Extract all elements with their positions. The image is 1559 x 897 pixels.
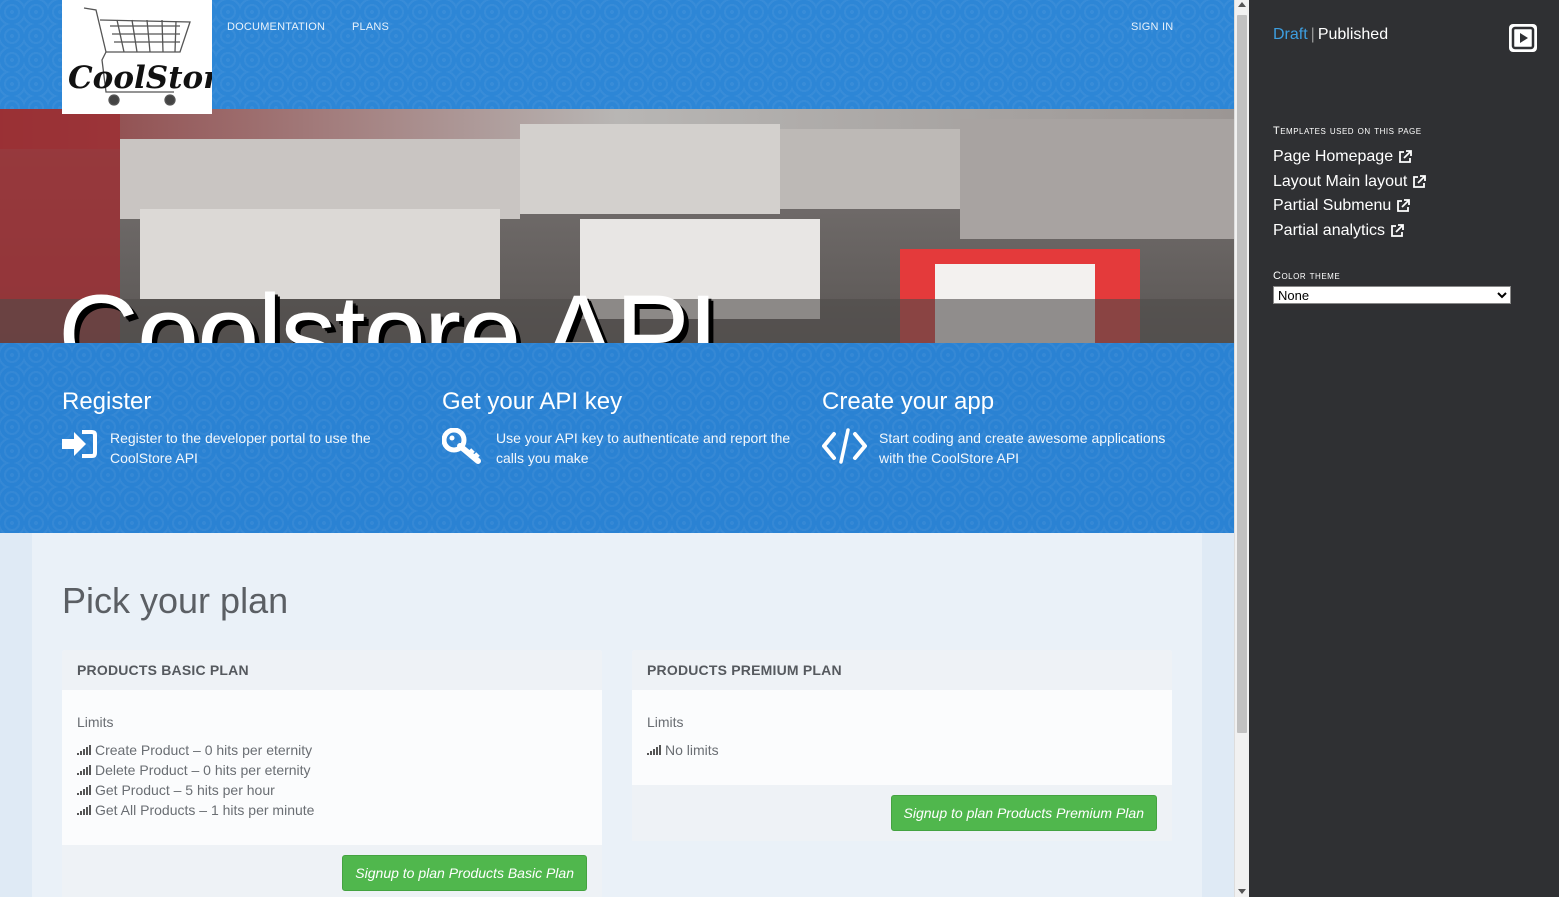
getting-started-steps: Register Register to the developer porta… [0, 343, 1234, 533]
color-theme-label: Color theme [1273, 270, 1341, 282]
template-name: Page Homepage [1273, 148, 1394, 165]
signup-premium-plan-button[interactable]: Signup to plan Products Premium Plan [890, 795, 1157, 831]
scroll-up-arrow-icon[interactable] [1238, 2, 1246, 7]
plans-title: Pick your plan [62, 580, 289, 621]
signup-basic-plan-button[interactable]: Signup to plan Products Basic Plan [342, 855, 587, 891]
nav-plans-link[interactable]: PLANS [352, 21, 389, 33]
plan-footer: Signup to plan Products Premium Plan [632, 785, 1172, 841]
plan-body: Limits No limits [632, 690, 1172, 785]
plan-card-premium: PRODUCTS PREMIUM PLAN Limits No limits S… [632, 650, 1172, 841]
step-description: Use your API key to authenticate and rep… [496, 430, 791, 466]
signal-icon [77, 805, 91, 815]
plan-body: Limits Create Product – 0 hits per etern… [62, 690, 602, 845]
template-link-page-homepage[interactable]: Page Homepage [1273, 145, 1426, 170]
limit-text: Get Product – 5 hits per hour [95, 782, 275, 798]
limit-item: No limits [647, 740, 1157, 760]
step-register: Register Register to the developer porta… [62, 388, 392, 468]
step-create-app: Create your app Start coding and create … [822, 388, 1182, 469]
template-name: Layout Main layout [1273, 172, 1408, 190]
limit-text: No limits [665, 742, 719, 758]
limit-text: Get All Products – 1 hits per minute [95, 802, 315, 818]
mode-separator: | [1310, 26, 1315, 43]
limit-item: Create Product – 0 hits per eternity [77, 740, 587, 760]
limit-text: Delete Product – 0 hits per eternity [95, 762, 311, 778]
step-title: Get your API key [442, 388, 623, 415]
developer-portal: DOCUMENTATION PLANS SIGN IN CoolStore [0, 0, 1234, 897]
published-mode-link[interactable]: Published [1318, 26, 1388, 43]
scroll-down-arrow-icon[interactable] [1238, 889, 1246, 894]
plan-name: PRODUCTS BASIC PLAN [62, 650, 602, 690]
template-link-layout-main[interactable]: Layout Main layout [1273, 170, 1427, 195]
shopping-cart-logo-icon: CoolStore [68, 7, 212, 106]
signal-icon [77, 785, 91, 795]
limits-label: Limits [77, 714, 114, 730]
limit-item: Get All Products – 1 hits per minute [77, 800, 587, 820]
limit-item: Delete Product – 0 hits per eternity [77, 760, 587, 780]
sign-in-link[interactable]: SIGN IN [1131, 21, 1173, 33]
external-link-icon [1397, 199, 1411, 213]
template-name: Partial analytics [1273, 221, 1386, 239]
step-description: Register to the developer portal to use … [110, 430, 371, 466]
key-icon [441, 427, 484, 471]
page-scrollbar[interactable] [1234, 0, 1249, 897]
cms-toolbar-sidebar: Draft | Published Templates used on this p… [1249, 0, 1559, 897]
external-link-icon [1413, 174, 1427, 188]
coolstore-logo[interactable]: CoolStore [62, 0, 212, 114]
templates-heading: Templates used on this page [1273, 125, 1422, 137]
sign-in-icon [62, 428, 98, 465]
step-title: Create your app [822, 388, 995, 415]
step-description: Start coding and create awesome applicat… [879, 430, 1166, 466]
color-theme-select[interactable]: None [1273, 286, 1511, 304]
logo-text: CoolStore [68, 60, 212, 96]
step-api-key: Get your API key Use your API key to aut… [441, 388, 802, 471]
nav-documentation-link[interactable]: DOCUMENTATION [227, 21, 325, 33]
external-link-icon [1399, 150, 1412, 164]
hero-title: Coolstore API [58, 272, 719, 344]
plan-card-basic: PRODUCTS BASIC PLAN Limits Create Produc… [62, 650, 602, 897]
template-link-partial-analytics[interactable]: Partial analytics [1273, 219, 1426, 244]
plan-footer: Signup to plan Products Basic Plan [62, 845, 602, 897]
signal-icon [77, 765, 91, 775]
limit-item: Get Product – 5 hits per hour [77, 780, 587, 800]
templates-list: Page Homepage Layout Main layout Partial… [1273, 145, 1427, 244]
draft-mode-link[interactable]: Draft [1273, 26, 1308, 43]
limits-label: Limits [647, 714, 684, 730]
code-icon [822, 428, 867, 469]
signal-icon [647, 745, 661, 755]
plan-name: PRODUCTS PREMIUM PLAN [632, 650, 1172, 690]
scrollbar-thumb[interactable] [1237, 15, 1247, 733]
hero-banner: Coolstore API [0, 109, 1234, 343]
external-link-icon [1391, 223, 1404, 237]
toggle-toolbar-play-icon[interactable] [1509, 24, 1537, 52]
draft-published-switch: Draft | Published [1273, 26, 1388, 44]
limit-text: Create Product – 0 hits per eternity [95, 742, 313, 758]
template-name: Partial Submenu [1273, 197, 1392, 214]
step-title: Register [62, 388, 152, 415]
signal-icon [77, 745, 91, 755]
template-link-partial-submenu[interactable]: Partial Submenu [1273, 194, 1426, 219]
